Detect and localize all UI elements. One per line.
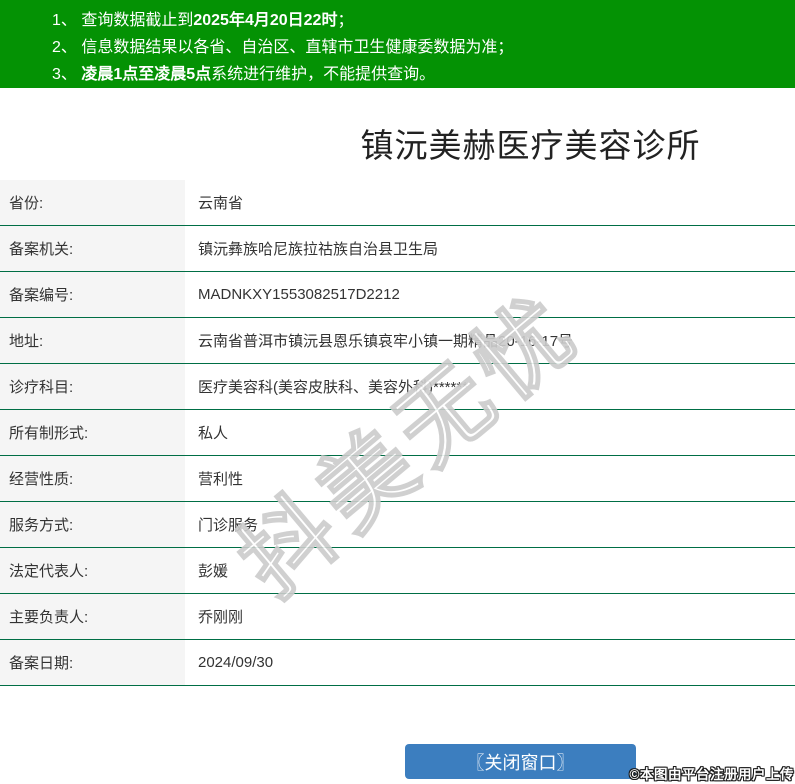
table-row-filing-number: 备案编号: MADNKXY1553082517D2212 [0, 272, 795, 318]
row-label: 服务方式: [0, 502, 185, 547]
row-label: 备案编号: [0, 272, 185, 317]
notice-line-3-end: 系统进行维护，不能提供查询。 [211, 66, 436, 83]
notice-line-1: 1、 查询数据截止到2025年4月20日22时； [52, 7, 785, 34]
close-window-button[interactable]: 〖关闭窗口〗 [405, 744, 636, 779]
table-row-service-mode: 服务方式: 门诊服务 [0, 502, 795, 548]
upload-attribution-note: ©本图由平台注册用户上传 [629, 767, 794, 782]
row-label: 地址: [0, 318, 185, 363]
row-value: 彭媛 [198, 563, 229, 580]
row-value: 云南省 [198, 195, 244, 212]
row-value: 医疗美容科(美容皮肤科、美容外科)****** [198, 379, 469, 396]
page-title: 镇沅美赫医疗美容诊所 [360, 127, 701, 164]
row-label: 法定代表人: [0, 548, 185, 593]
notice-line-3-bold: 凌晨1点至凌晨5点 [81, 66, 212, 83]
notice-line-3: 3、 凌晨1点至凌晨5点系统进行维护，不能提供查询。 [52, 61, 785, 88]
row-label: 诊疗科目: [0, 364, 185, 409]
notice-line-2-text: 2、 信息数据结果以各省、自治区、直辖市卫生健康委数据为准； [52, 39, 514, 56]
row-label: 经营性质: [0, 456, 185, 501]
table-row-filing-date: 备案日期: 2024/09/30 [0, 640, 795, 686]
row-value: 营利性 [198, 471, 244, 488]
row-value: 2024/09/30 [198, 654, 274, 671]
notice-banner: 1、 查询数据截止到2025年4月20日22时； 2、 信息数据结果以各省、自治… [0, 0, 795, 88]
row-value: 镇沅彝族哈尼族拉祜族自治县卫生局 [198, 241, 439, 258]
notice-line-2: 2、 信息数据结果以各省、自治区、直辖市卫生健康委数据为准； [52, 34, 785, 61]
table-row-treatment-subjects: 诊疗科目: 医疗美容科(美容皮肤科、美容外科)****** [0, 364, 795, 410]
table-row-principal: 主要负责人: 乔刚刚 [0, 594, 795, 640]
notice-line-1-bold: 2025年4月20日22时 [193, 12, 338, 29]
table-row-legal-representative: 法定代表人: 彭媛 [0, 548, 795, 594]
notice-line-1-end: ； [337, 12, 354, 29]
row-label: 备案日期: [0, 640, 185, 685]
table-row-address: 地址: 云南省普洱市镇沅县恩乐镇哀牢小镇一期精品20-16-17号 [0, 318, 795, 364]
notice-line-3-text: 3、 [52, 66, 82, 83]
notice-line-1-text: 1、 查询数据截止到 [52, 12, 194, 29]
row-value: 门诊服务 [198, 517, 259, 534]
table-row-filing-authority: 备案机关: 镇沅彝族哈尼族拉祜族自治县卫生局 [0, 226, 795, 272]
row-label: 主要负责人: [0, 594, 185, 639]
table-row-business-nature: 经营性质: 营利性 [0, 456, 795, 502]
row-label: 备案机关: [0, 226, 185, 271]
row-value: MADNKXY1553082517D2212 [198, 286, 400, 303]
row-value: 云南省普洱市镇沅县恩乐镇哀牢小镇一期精品20-16-17号 [198, 333, 574, 350]
row-value: 私人 [198, 425, 229, 442]
row-label: 所有制形式: [0, 410, 185, 455]
row-value: 乔刚刚 [198, 609, 244, 626]
clinic-info-table: 省份: 云南省 备案机关: 镇沅彝族哈尼族拉祜族自治县卫生局 备案编号: MAD… [0, 180, 795, 686]
table-row-province: 省份: 云南省 [0, 180, 795, 226]
row-label: 省份: [0, 180, 185, 225]
table-row-ownership-form: 所有制形式: 私人 [0, 410, 795, 456]
